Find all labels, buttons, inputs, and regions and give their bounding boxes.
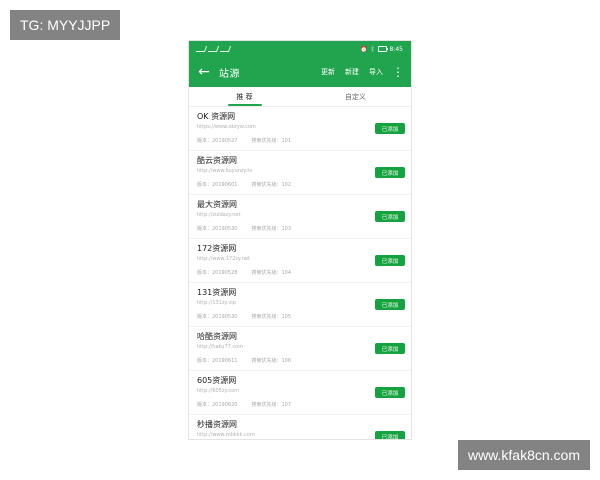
- source-meta: 版本：20190601 搜索优先级：102: [197, 181, 403, 188]
- source-url: http://www.172zy.net: [197, 255, 250, 262]
- update-button[interactable]: 更新: [321, 67, 335, 77]
- list-item[interactable]: 酷云资源网 http://www.kuyunzy.tv 版本：20190601 …: [189, 151, 411, 195]
- added-button[interactable]: 已添加: [375, 299, 405, 310]
- source-url: https://www.okzyw.com: [197, 123, 256, 130]
- signal-icon: [219, 46, 232, 52]
- source-url: http://zuidazy.net: [197, 211, 241, 218]
- source-priority: 搜索优先级：103: [251, 225, 291, 232]
- source-priority: 搜索优先级：101: [251, 137, 291, 144]
- source-name: 131资源网: [197, 288, 237, 297]
- source-version: 版本：20190528: [197, 269, 238, 276]
- watermark-bottom-right: www.kfak8cn.com: [457, 440, 590, 470]
- list-item[interactable]: 172资源网 http://www.172zy.net 版本：20190528 …: [189, 239, 411, 283]
- source-meta: 版本：20190528 搜索优先级：104: [197, 269, 403, 276]
- arrow-left-icon[interactable]: ←: [197, 65, 211, 79]
- app-bar: ← 站源 更新 新建 导入 ⋮: [189, 57, 411, 87]
- source-version: 版本：20190620: [197, 401, 238, 408]
- source-version: 版本：20190601: [197, 181, 238, 188]
- status-bar: ⏰ ᛒ 8:45: [189, 41, 411, 57]
- added-button[interactable]: 已添加: [375, 343, 405, 354]
- source-list: OK 资源网 https://www.okzyw.com 版本：20190527…: [189, 107, 411, 439]
- source-meta: 版本：20190530 搜索优先级：103: [197, 225, 403, 232]
- alarm-icon: ⏰: [360, 45, 368, 53]
- status-time: 8:45: [389, 45, 403, 53]
- source-meta: 版本：20190527 搜索优先级：101: [197, 137, 403, 144]
- source-name: 最大资源网: [197, 200, 237, 209]
- list-item[interactable]: OK 资源网 https://www.okzyw.com 版本：20190527…: [189, 107, 411, 151]
- added-button[interactable]: 已添加: [375, 211, 405, 222]
- source-meta: 版本：20190530 搜索优先级：105: [197, 313, 403, 320]
- list-item[interactable]: 131资源网 http://131zy.vip 版本：20190530 搜索优先…: [189, 283, 411, 327]
- source-meta: 版本：20190611 搜索优先级：106: [197, 357, 403, 364]
- more-vertical-icon[interactable]: ⋮: [392, 65, 404, 79]
- source-name: OK 资源网: [197, 112, 236, 121]
- source-version: 版本：20190527: [197, 137, 238, 144]
- added-button[interactable]: 已添加: [375, 387, 405, 398]
- source-name: 172资源网: [197, 244, 237, 253]
- signal-icon: [207, 46, 220, 52]
- bluetooth-icon: ᛒ: [370, 45, 375, 53]
- status-right: ⏰ ᛒ 8:45: [360, 46, 403, 53]
- source-name: 酷云资源网: [197, 156, 237, 165]
- list-item[interactable]: 605资源网 http://605zy.com 版本：20190620 搜索优先…: [189, 371, 411, 415]
- status-left: [195, 46, 233, 52]
- source-priority: 搜索优先级：105: [251, 313, 291, 320]
- source-url: http://haku77.com: [197, 343, 244, 350]
- source-name: 605资源网: [197, 376, 237, 385]
- added-button[interactable]: 已添加: [375, 255, 405, 266]
- signal-icon: [195, 46, 208, 52]
- source-priority: 搜索优先级：107: [251, 401, 291, 408]
- source-name: 秒播资源网: [197, 420, 237, 429]
- list-item[interactable]: 最大资源网 http://zuidazy.net 版本：20190530 搜索优…: [189, 195, 411, 239]
- tab-recommended[interactable]: 推 荐: [189, 87, 300, 106]
- source-version: 版本：20190530: [197, 313, 238, 320]
- list-item[interactable]: 秒播资源网 http://www.mbkkk.com 已添加: [189, 415, 411, 439]
- added-button[interactable]: 已添加: [375, 167, 405, 178]
- source-meta: 版本：20190620 搜索优先级：107: [197, 401, 403, 408]
- battery-icon: [377, 46, 388, 52]
- app-actions: 更新 新建 导入 ⋮: [321, 65, 404, 79]
- added-button[interactable]: 已添加: [375, 123, 405, 134]
- source-url: http://605zy.com: [197, 387, 239, 394]
- source-version: 版本：20190530: [197, 225, 238, 232]
- page-title: 站源: [219, 68, 240, 80]
- tab-custom[interactable]: 自定义: [300, 87, 411, 106]
- source-priority: 搜索优先级：104: [251, 269, 291, 276]
- list-item[interactable]: 哈酷资源网 http://haku77.com 版本：20190611 搜索优先…: [189, 327, 411, 371]
- source-url: http://www.mbkkk.com: [197, 431, 255, 438]
- source-url: http://131zy.vip: [197, 299, 236, 306]
- source-url: http://www.kuyunzy.tv: [197, 167, 253, 174]
- source-name: 哈酷资源网: [197, 332, 237, 341]
- source-priority: 搜索优先级：102: [251, 181, 291, 188]
- new-button[interactable]: 新建: [345, 67, 359, 77]
- source-version: 版本：20190611: [197, 357, 238, 364]
- tabs: 推 荐 自定义: [189, 87, 411, 107]
- added-button[interactable]: 已添加: [375, 431, 405, 439]
- phone-screen: ⏰ ᛒ 8:45 ← 站源 更新 新建 导入 ⋮ 推 荐 自定义 OK 资源网 …: [188, 40, 412, 440]
- import-button[interactable]: 导入: [369, 67, 383, 77]
- watermark-top-left: TG: MYYJJPP: [10, 10, 121, 40]
- source-priority: 搜索优先级：106: [251, 357, 291, 364]
